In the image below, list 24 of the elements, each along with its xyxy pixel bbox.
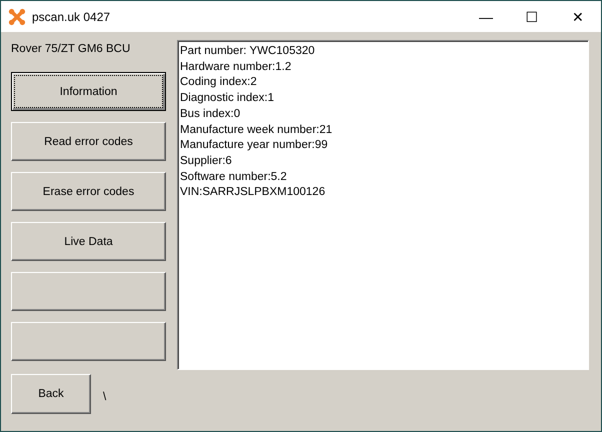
info-line: Supplier:6 xyxy=(180,154,233,169)
window-control[interactable]: — xyxy=(463,8,509,24)
info-line: Manufacture year number:99 xyxy=(180,138,329,154)
menu-button[interactable]: Read error codes xyxy=(11,122,166,161)
info-line: VIN:SARRJSLPBXM100126 xyxy=(180,185,326,200)
info-line: Part number: YWC105320 xyxy=(180,44,316,59)
status-text: \ xyxy=(103,391,106,403)
info-line: Software number:5.2 xyxy=(180,170,288,185)
window-control[interactable]: ✕ xyxy=(555,8,601,24)
menu-button[interactable]: Live Data xyxy=(11,222,166,261)
menu-button[interactable]: Information xyxy=(11,72,166,111)
info-line: Manufacture week number:21 xyxy=(180,122,334,138)
info-line: Coding index:2 xyxy=(180,75,258,90)
window-control[interactable]: ☐ xyxy=(509,8,555,24)
info-line: Diagnostic index:1 xyxy=(180,91,275,106)
menu-button[interactable] xyxy=(11,322,166,361)
window-title: pscan.uk 0427 xyxy=(32,10,110,24)
info-line: Bus index:0 xyxy=(180,106,242,122)
info-line: Hardware number:1.2 xyxy=(180,60,292,75)
back-button[interactable]: Back xyxy=(11,374,91,414)
menu-button[interactable]: Erase error codes xyxy=(11,172,166,211)
module-label: Rover 75/ZT GM6 BCU xyxy=(11,42,132,57)
menu-button[interactable] xyxy=(11,272,166,311)
app-logo-icon xyxy=(8,8,26,26)
